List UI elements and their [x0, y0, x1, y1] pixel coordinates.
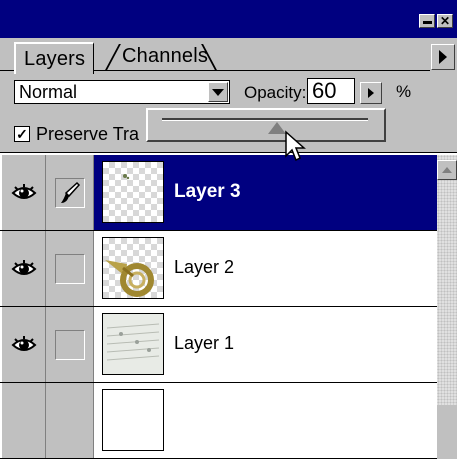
sparkle-icon: [123, 174, 130, 180]
opacity-label: Opacity:: [244, 83, 307, 102]
eye-icon: [11, 259, 36, 275]
link-brush-toggle[interactable]: [46, 231, 94, 306]
triangle-right-icon: [368, 88, 374, 98]
visibility-toggle[interactable]: [0, 155, 46, 230]
layer-row-background[interactable]: [0, 383, 437, 459]
layer-main[interactable]: [94, 383, 437, 458]
triangle-right-icon: [439, 50, 447, 64]
close-icon: ✕: [439, 14, 451, 28]
french-horn-icon: [105, 260, 154, 297]
visibility-toggle[interactable]: [0, 307, 46, 382]
link-brush-toggle[interactable]: [46, 307, 94, 382]
layer-main[interactable]: Layer 2: [94, 231, 437, 306]
layer-thumbnail: [102, 313, 164, 375]
vertical-scrollbar[interactable]: [437, 155, 457, 405]
preserve-transparency-checkbox[interactable]: ✓: [14, 126, 30, 142]
tab-layers[interactable]: Layers: [14, 42, 95, 74]
empty-box: [54, 329, 85, 360]
tab-layers-label: Layers: [24, 47, 86, 70]
sheet-music-icon: [106, 323, 160, 361]
tab-channels[interactable]: Channels: [114, 42, 216, 70]
brush-box: [54, 177, 85, 208]
opacity-slider-popup[interactable]: [146, 108, 386, 142]
paintbrush-icon: [60, 181, 80, 203]
link-brush-toggle[interactable]: [46, 383, 94, 458]
scroll-up-button[interactable]: [437, 160, 457, 180]
triangle-up-icon: [442, 167, 452, 173]
opacity-slider-button[interactable]: [360, 82, 382, 104]
preserve-transparency-label: Preserve Tra: [36, 124, 140, 144]
blend-mode-select[interactable]: Normal: [14, 80, 230, 104]
layer-name: Layer 2: [174, 257, 235, 277]
layers-list: Layer 3 Layer 2 Layer 1: [0, 155, 437, 459]
blend-mode-dropdown-button[interactable]: [208, 82, 228, 102]
eye-icon: [11, 183, 36, 199]
layer-thumbnail: [102, 237, 164, 299]
layer-row-3[interactable]: Layer 3: [0, 155, 437, 231]
layer-row-1[interactable]: Layer 1: [0, 307, 437, 383]
checkmark-icon: ✓: [16, 126, 28, 142]
opacity-input[interactable]: 60: [307, 78, 355, 104]
visibility-toggle[interactable]: [0, 231, 46, 306]
close-button[interactable]: ✕: [437, 14, 453, 28]
tab-channels-label: Channels: [122, 44, 209, 67]
opacity-slider-track[interactable]: [162, 118, 368, 121]
eye-icon: [11, 335, 36, 351]
layer-name: Layer 3: [174, 181, 241, 202]
empty-box: [54, 253, 85, 284]
palette-title-bar[interactable]: ✕: [0, 0, 457, 38]
layer-thumbnail: [102, 389, 164, 451]
layer-thumbnail: [102, 161, 164, 223]
mouse-cursor-icon: [285, 130, 306, 162]
layer-row-2[interactable]: Layer 2: [0, 231, 437, 307]
opacity-value: 60: [312, 78, 337, 103]
percent-sign: %: [396, 82, 412, 101]
palette-menu-button[interactable]: [431, 44, 455, 70]
visibility-toggle[interactable]: [0, 383, 46, 458]
link-brush-toggle[interactable]: [46, 155, 94, 230]
minimize-button[interactable]: [419, 14, 435, 28]
blend-mode-value: Normal: [19, 81, 78, 102]
layer-name: Layer 1: [174, 333, 235, 353]
minimize-icon: [422, 20, 432, 24]
layer-main[interactable]: Layer 3: [94, 155, 437, 230]
layer-main[interactable]: Layer 1: [94, 307, 437, 382]
chevron-down-icon: [212, 88, 224, 96]
